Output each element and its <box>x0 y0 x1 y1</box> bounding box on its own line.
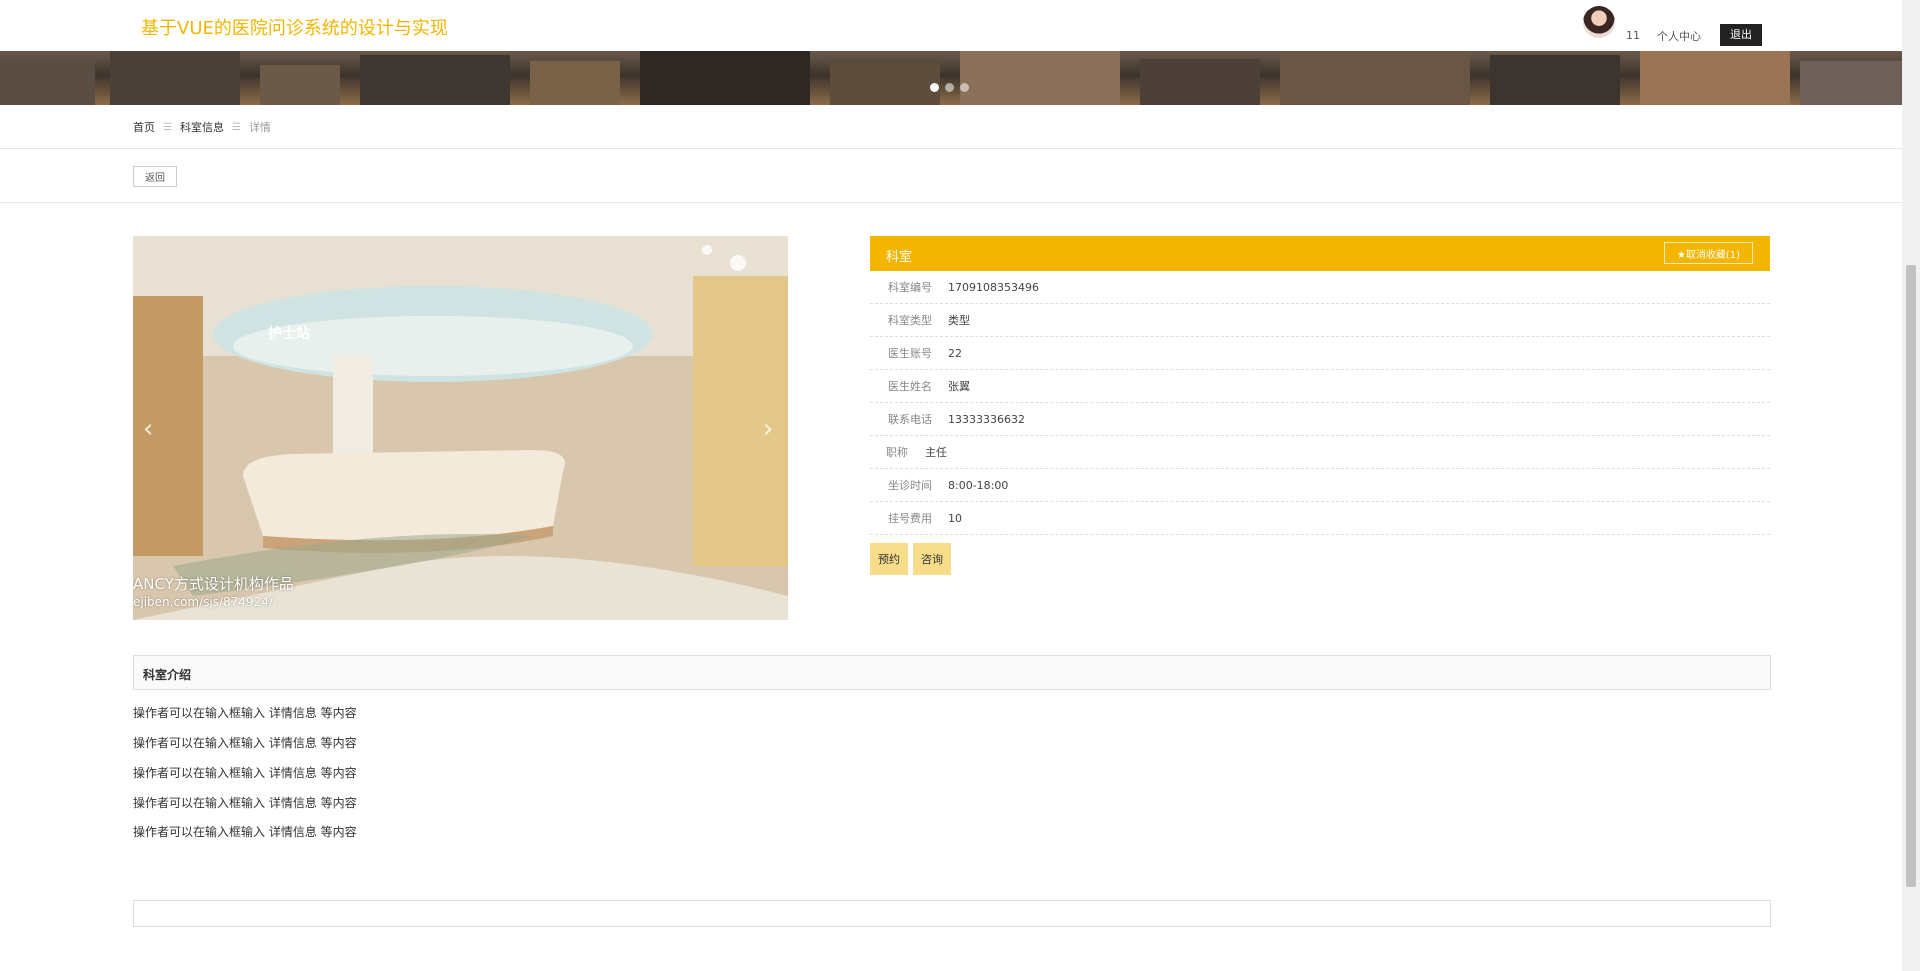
department-image-carousel: 护士站 ‹ › ANCY方式设计机构作品 ejiben.com/sjs/8749… <box>133 236 788 620</box>
field-label: 科室编号 <box>888 281 932 294</box>
breadcrumb-home[interactable]: 首页 <box>133 119 155 135</box>
watermark-url: ejiben.com/sjs/874924/ <box>133 595 273 609</box>
field-row-clinic-hours: 坐诊时间 8:00-18:00 <box>870 469 1770 502</box>
bottom-panel <box>133 900 1771 927</box>
breadcrumb-current: 详情 <box>248 121 271 134</box>
intro-paragraph: 操作者可以在输入框输入 详情信息 等内容 <box>133 796 357 810</box>
field-value: 13333336632 <box>948 412 1025 426</box>
station-sign: 护士站 <box>268 326 310 342</box>
skyline-building <box>260 65 340 105</box>
detail-actions: 预约 咨询 <box>870 543 1770 575</box>
nurse-station-image <box>133 236 788 620</box>
skyline-building <box>1640 51 1790 105</box>
field-label: 坐诊时间 <box>888 479 932 492</box>
watermark-text: ANCY方式设计机构作品 <box>133 575 294 593</box>
field-value: 10 <box>948 511 962 525</box>
back-button[interactable]: 返回 <box>133 166 177 187</box>
skyline-building <box>1280 51 1470 105</box>
chevron-right-icon[interactable]: › <box>763 414 773 444</box>
avatar[interactable] <box>1583 6 1615 38</box>
field-value: 22 <box>948 346 962 360</box>
skyline-building <box>1140 59 1260 105</box>
page-scrollbar[interactable] <box>1902 0 1920 971</box>
scrollbar-thumb[interactable] <box>1906 265 1916 887</box>
intro-paragraph: 操作者可以在输入框输入 详情信息 等内容 <box>133 736 357 750</box>
intro-paragraph: 操作者可以在输入框输入 详情信息 等内容 <box>133 766 357 780</box>
unfavorite-button[interactable]: ★取消收藏(1) <box>1664 242 1753 264</box>
field-value: 1709108353496 <box>948 280 1039 294</box>
intro-paragraph: 操作者可以在输入框输入 详情信息 等内容 <box>133 825 357 839</box>
field-label: 科室类型 <box>888 314 932 327</box>
breadcrumb-section[interactable]: 科室信息 <box>180 119 224 135</box>
field-row-dept-number: 科室编号 1709108353496 <box>870 271 1770 304</box>
detail-header: 科室 ★取消收藏(1) <box>870 236 1770 271</box>
carousel-dot[interactable] <box>960 83 969 92</box>
carousel-dots <box>930 83 969 92</box>
intro-header: 科室介绍 <box>133 655 1771 690</box>
carousel-dot[interactable] <box>930 83 939 92</box>
intro-title: 科室介绍 <box>143 668 192 682</box>
breadcrumb-separator-icon: ☰ <box>163 121 172 133</box>
field-value: 张翼 <box>948 380 970 393</box>
divider <box>0 202 1902 203</box>
field-row-phone: 联系电话 13333336632 <box>870 403 1770 436</box>
field-row-doctor-name: 医生姓名 张翼 <box>870 370 1770 403</box>
chevron-left-icon[interactable]: ‹ <box>143 414 153 444</box>
divider <box>0 148 1902 149</box>
field-label: 职称 <box>886 446 908 459</box>
breadcrumb-separator-icon: ☰ <box>231 121 241 133</box>
top-bar: 基于VUE的医院问诊系统的设计与实现 11 个人中心 退出 <box>0 0 1902 51</box>
skyline-building <box>640 51 810 105</box>
field-value: 主任 <box>925 446 947 459</box>
skyline-building <box>830 63 940 105</box>
field-row-doctor-account: 医生账号 22 <box>870 337 1770 370</box>
field-label: 挂号费用 <box>888 512 932 525</box>
field-label: 医生姓名 <box>888 380 932 393</box>
skyline-building <box>530 61 620 105</box>
skyline-building <box>960 51 1120 105</box>
book-button[interactable]: 预约 <box>870 543 908 575</box>
field-label: 医生账号 <box>888 347 932 360</box>
user-name: 11 <box>1626 29 1640 42</box>
carousel-dot[interactable] <box>945 83 954 92</box>
field-row-dept-type: 科室类型 类型 <box>870 304 1770 337</box>
department-detail-panel: 科室 ★取消收藏(1) 科室编号 1709108353496 科室类型 类型 医… <box>870 236 1770 575</box>
field-label: 联系电话 <box>888 413 932 426</box>
skyline-building <box>1490 55 1620 105</box>
field-row-registration-fee: 挂号费用 10 <box>870 502 1770 535</box>
field-row-title: 职称 主任 <box>870 436 1770 469</box>
intro-paragraph: 操作者可以在输入框输入 详情信息 等内容 <box>133 706 357 720</box>
skyline-building <box>1800 61 1902 105</box>
field-value: 类型 <box>948 314 970 327</box>
site-title[interactable]: 基于VUE的医院问诊系统的设计与实现 <box>141 14 448 40</box>
breadcrumb: 首页 ☰ 科室信息 ☰ 详情 <box>133 119 271 135</box>
banner-carousel <box>0 51 1902 105</box>
consult-button[interactable]: 咨询 <box>913 543 951 575</box>
logout-button[interactable]: 退出 <box>1720 24 1762 46</box>
user-center-link[interactable]: 个人中心 <box>1657 28 1701 44</box>
field-value: 8:00-18:00 <box>948 478 1009 492</box>
skyline-building <box>360 55 510 105</box>
detail-title: 科室 <box>886 250 913 265</box>
skyline-building <box>110 51 240 105</box>
skyline-building <box>0 57 95 105</box>
